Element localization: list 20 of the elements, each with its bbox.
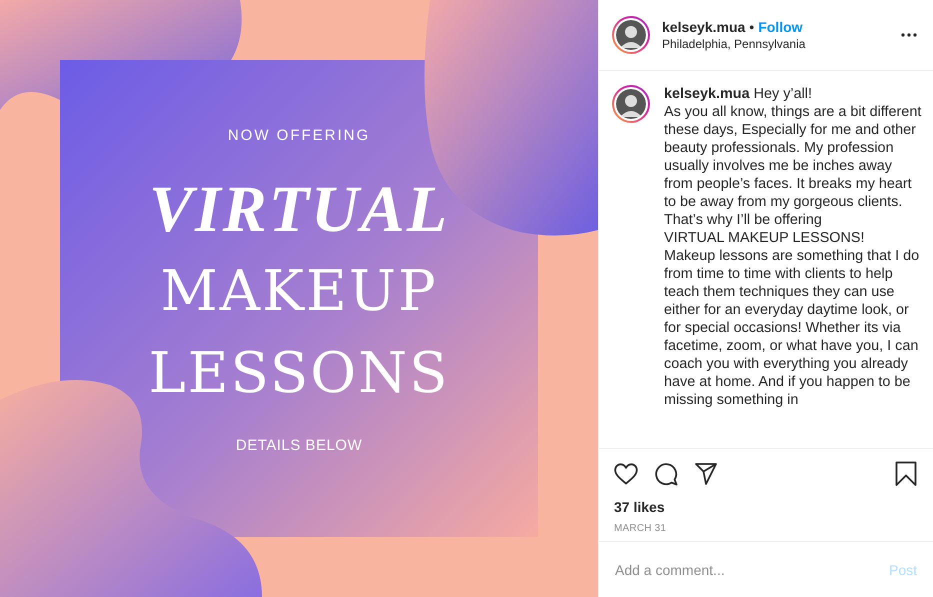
avatar[interactable] (612, 85, 650, 123)
post-date: MARCH 31 (614, 523, 668, 534)
username-link[interactable]: kelseyk.mua (662, 19, 746, 35)
graphic-footer: DETAILS BELOW (236, 437, 362, 454)
username-link[interactable]: kelseyk.mua (664, 86, 750, 102)
graphic-overline: NOW OFFERING (228, 127, 370, 144)
avatar[interactable] (612, 16, 650, 54)
heart-icon[interactable] (614, 463, 638, 485)
caption-text: kelseyk.mua Hey y’all! As you all know, things are a bit different these days, Especially for me and other beauty professionals. My profession usually involves me be inches away from people’s faces. It breaks my heart to be away from my gorgeous clients. That’s why I’ll be offering VIRTUAL MAKEUP LESSONS! Makeup lessons are something that I do from time to time with clients to help teach them techniques they can use either for an everyday daytime look, or for special occasions! Whether its via facetime, zoom, or what have you, I can coach you with everything you already have at home. And if you happen to be missing something in (664, 85, 922, 410)
send-icon[interactable] (694, 462, 718, 486)
bookmark-icon[interactable] (895, 461, 917, 487)
graphic-title: MAKEUP (160, 258, 438, 326)
graphic-title: LESSONS (148, 340, 450, 408)
likes-count[interactable]: 37 likes (614, 499, 917, 515)
comment-icon[interactable] (654, 462, 678, 486)
more-options-icon[interactable] (901, 33, 917, 37)
location-link[interactable]: Philadelphia, Pennsylvania (662, 37, 889, 51)
comment-field[interactable]: Add a comment... (615, 562, 889, 578)
separator-dot: • (749, 19, 754, 35)
graphic-title: VIRTUAL (148, 172, 450, 248)
